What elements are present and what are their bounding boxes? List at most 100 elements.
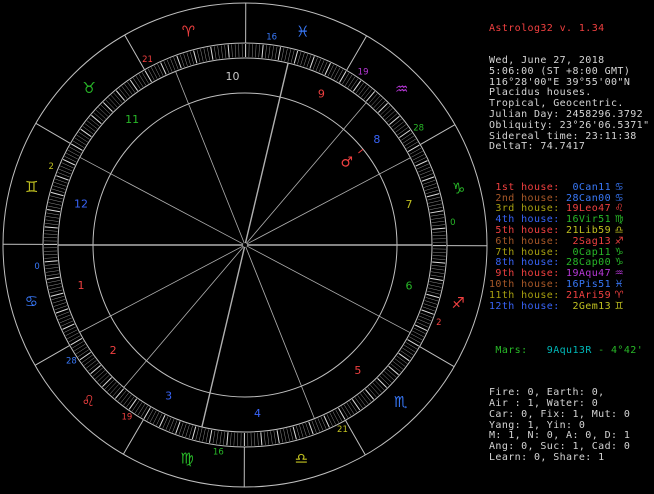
- degree-tick: [363, 391, 371, 401]
- sign-glyph-aquarius: ♒: [395, 80, 408, 98]
- degree-tick: [430, 278, 443, 280]
- planet-pointer-mars: [358, 149, 363, 153]
- degree-tick: [50, 196, 63, 199]
- degree-tick: [278, 47, 280, 60]
- degree-tick: [199, 428, 202, 441]
- zodiac-glyph: ♐: [611, 236, 624, 247]
- degree-tick: [348, 77, 355, 88]
- degree-tick: [139, 74, 146, 85]
- degree-tick: [411, 334, 422, 340]
- degree-tick: [275, 47, 277, 60]
- natal-wheel: 123456789101112♈♉♊♋♌♍♎♏♐♑♒♓0281916212028…: [0, 0, 490, 490]
- degree-tick: [375, 381, 384, 390]
- degree-tick: [232, 44, 233, 57]
- degree-tick: [364, 89, 372, 99]
- degree-tick: [145, 71, 151, 82]
- degree-tick: [341, 406, 348, 417]
- degree-tick: [406, 142, 417, 149]
- degree-tick: [334, 68, 340, 79]
- degree-tick: [261, 432, 262, 445]
- house-number-8: 8: [373, 133, 380, 146]
- house-cusp-value: 21Lib59: [566, 225, 611, 236]
- degree-tick: [127, 82, 135, 93]
- degree-tick: [45, 227, 58, 228]
- degree-tick: [180, 55, 184, 67]
- degree-tick: [353, 81, 360, 92]
- degree-tick: [411, 151, 422, 157]
- degree-tick: [66, 153, 78, 159]
- sign-glyph-sagittarius: ♐: [452, 294, 465, 312]
- house-cusp-line: [80, 246, 244, 332]
- degree-tick: [46, 216, 59, 218]
- house-label: 2nd house:: [489, 193, 566, 204]
- degree-tick: [356, 83, 364, 93]
- degree-tick: [368, 387, 376, 397]
- house-label: 9th house:: [489, 268, 566, 279]
- degree-tick: [147, 409, 153, 420]
- degree-tick: [386, 369, 396, 378]
- degree-tick: [203, 429, 206, 442]
- degree-tick: [121, 393, 129, 403]
- degree-tick: [187, 53, 191, 65]
- degree-tick: [94, 113, 104, 122]
- degree-tick: [211, 47, 213, 60]
- degree-tick: [93, 368, 103, 376]
- degree-tick: [133, 78, 140, 89]
- degree-tick: [71, 144, 82, 151]
- degree-tick: [374, 98, 383, 107]
- degree-tick: [223, 432, 224, 445]
- degree-tick: [285, 49, 288, 62]
- degree-tick: [207, 48, 209, 61]
- degree-tick: [333, 411, 339, 422]
- degree-tick: [431, 218, 444, 220]
- degree-tick: [49, 199, 62, 202]
- house-number-4: 4: [254, 407, 261, 420]
- degree-tick: [307, 55, 311, 67]
- house-label: 3rd house:: [489, 203, 566, 214]
- degree-tick: [118, 391, 126, 401]
- degree-tick: [70, 147, 81, 153]
- cusp-degree-label: 16: [213, 447, 224, 457]
- degree-tick: [102, 378, 111, 387]
- degree-tick: [78, 350, 89, 357]
- degree-tick: [431, 214, 444, 216]
- stats-block: Fire: 0, Earth: 0,Air : 1, Water: 0Car: …: [489, 388, 654, 464]
- app-title: Astrolog32 v. 1.34: [489, 24, 654, 35]
- degree-tick: [376, 101, 385, 110]
- degree-tick: [391, 119, 401, 127]
- zodiac-glyph: ♈: [611, 290, 624, 301]
- house-label: 6th house:: [489, 236, 566, 247]
- degree-tick: [399, 130, 410, 137]
- degree-tick: [227, 432, 228, 445]
- degree-tick: [46, 220, 59, 222]
- house-label: 5th house:: [489, 225, 566, 236]
- house-cusp-value: 28Can00: [566, 193, 611, 204]
- degree-tick: [303, 424, 307, 436]
- degree-tick: [216, 431, 218, 444]
- degree-tick: [45, 230, 58, 231]
- cusp-degree-label: 19: [122, 412, 133, 422]
- degree-tick: [340, 71, 347, 82]
- degree-tick: [337, 70, 343, 81]
- degree-tick: [95, 370, 105, 379]
- degree-tick: [144, 408, 151, 419]
- degree-tick: [433, 255, 446, 256]
- astrolog-window: { "panel": { "title": {"text": "Astrolog…: [0, 0, 654, 490]
- degree-tick: [71, 338, 82, 344]
- degree-tick: [72, 341, 83, 348]
- degree-tick: [304, 54, 308, 66]
- zodiac-glyph: ♑: [611, 247, 624, 258]
- degree-tick: [425, 301, 437, 305]
- degree-tick: [132, 401, 139, 412]
- degree-tick: [79, 132, 90, 139]
- degree-tick: [45, 264, 58, 265]
- sign-boundary-line: [420, 347, 455, 367]
- info-panel: Astrolog32 v. 1.34 Wed, June 27, 20185:0…: [489, 2, 654, 475]
- degree-tick: [190, 52, 194, 65]
- degree-tick: [48, 280, 61, 282]
- degree-tick: [345, 75, 352, 86]
- degree-tick: [142, 72, 149, 83]
- degree-tick: [75, 138, 86, 145]
- degree-tick: [47, 277, 60, 279]
- degree-tick: [395, 125, 405, 133]
